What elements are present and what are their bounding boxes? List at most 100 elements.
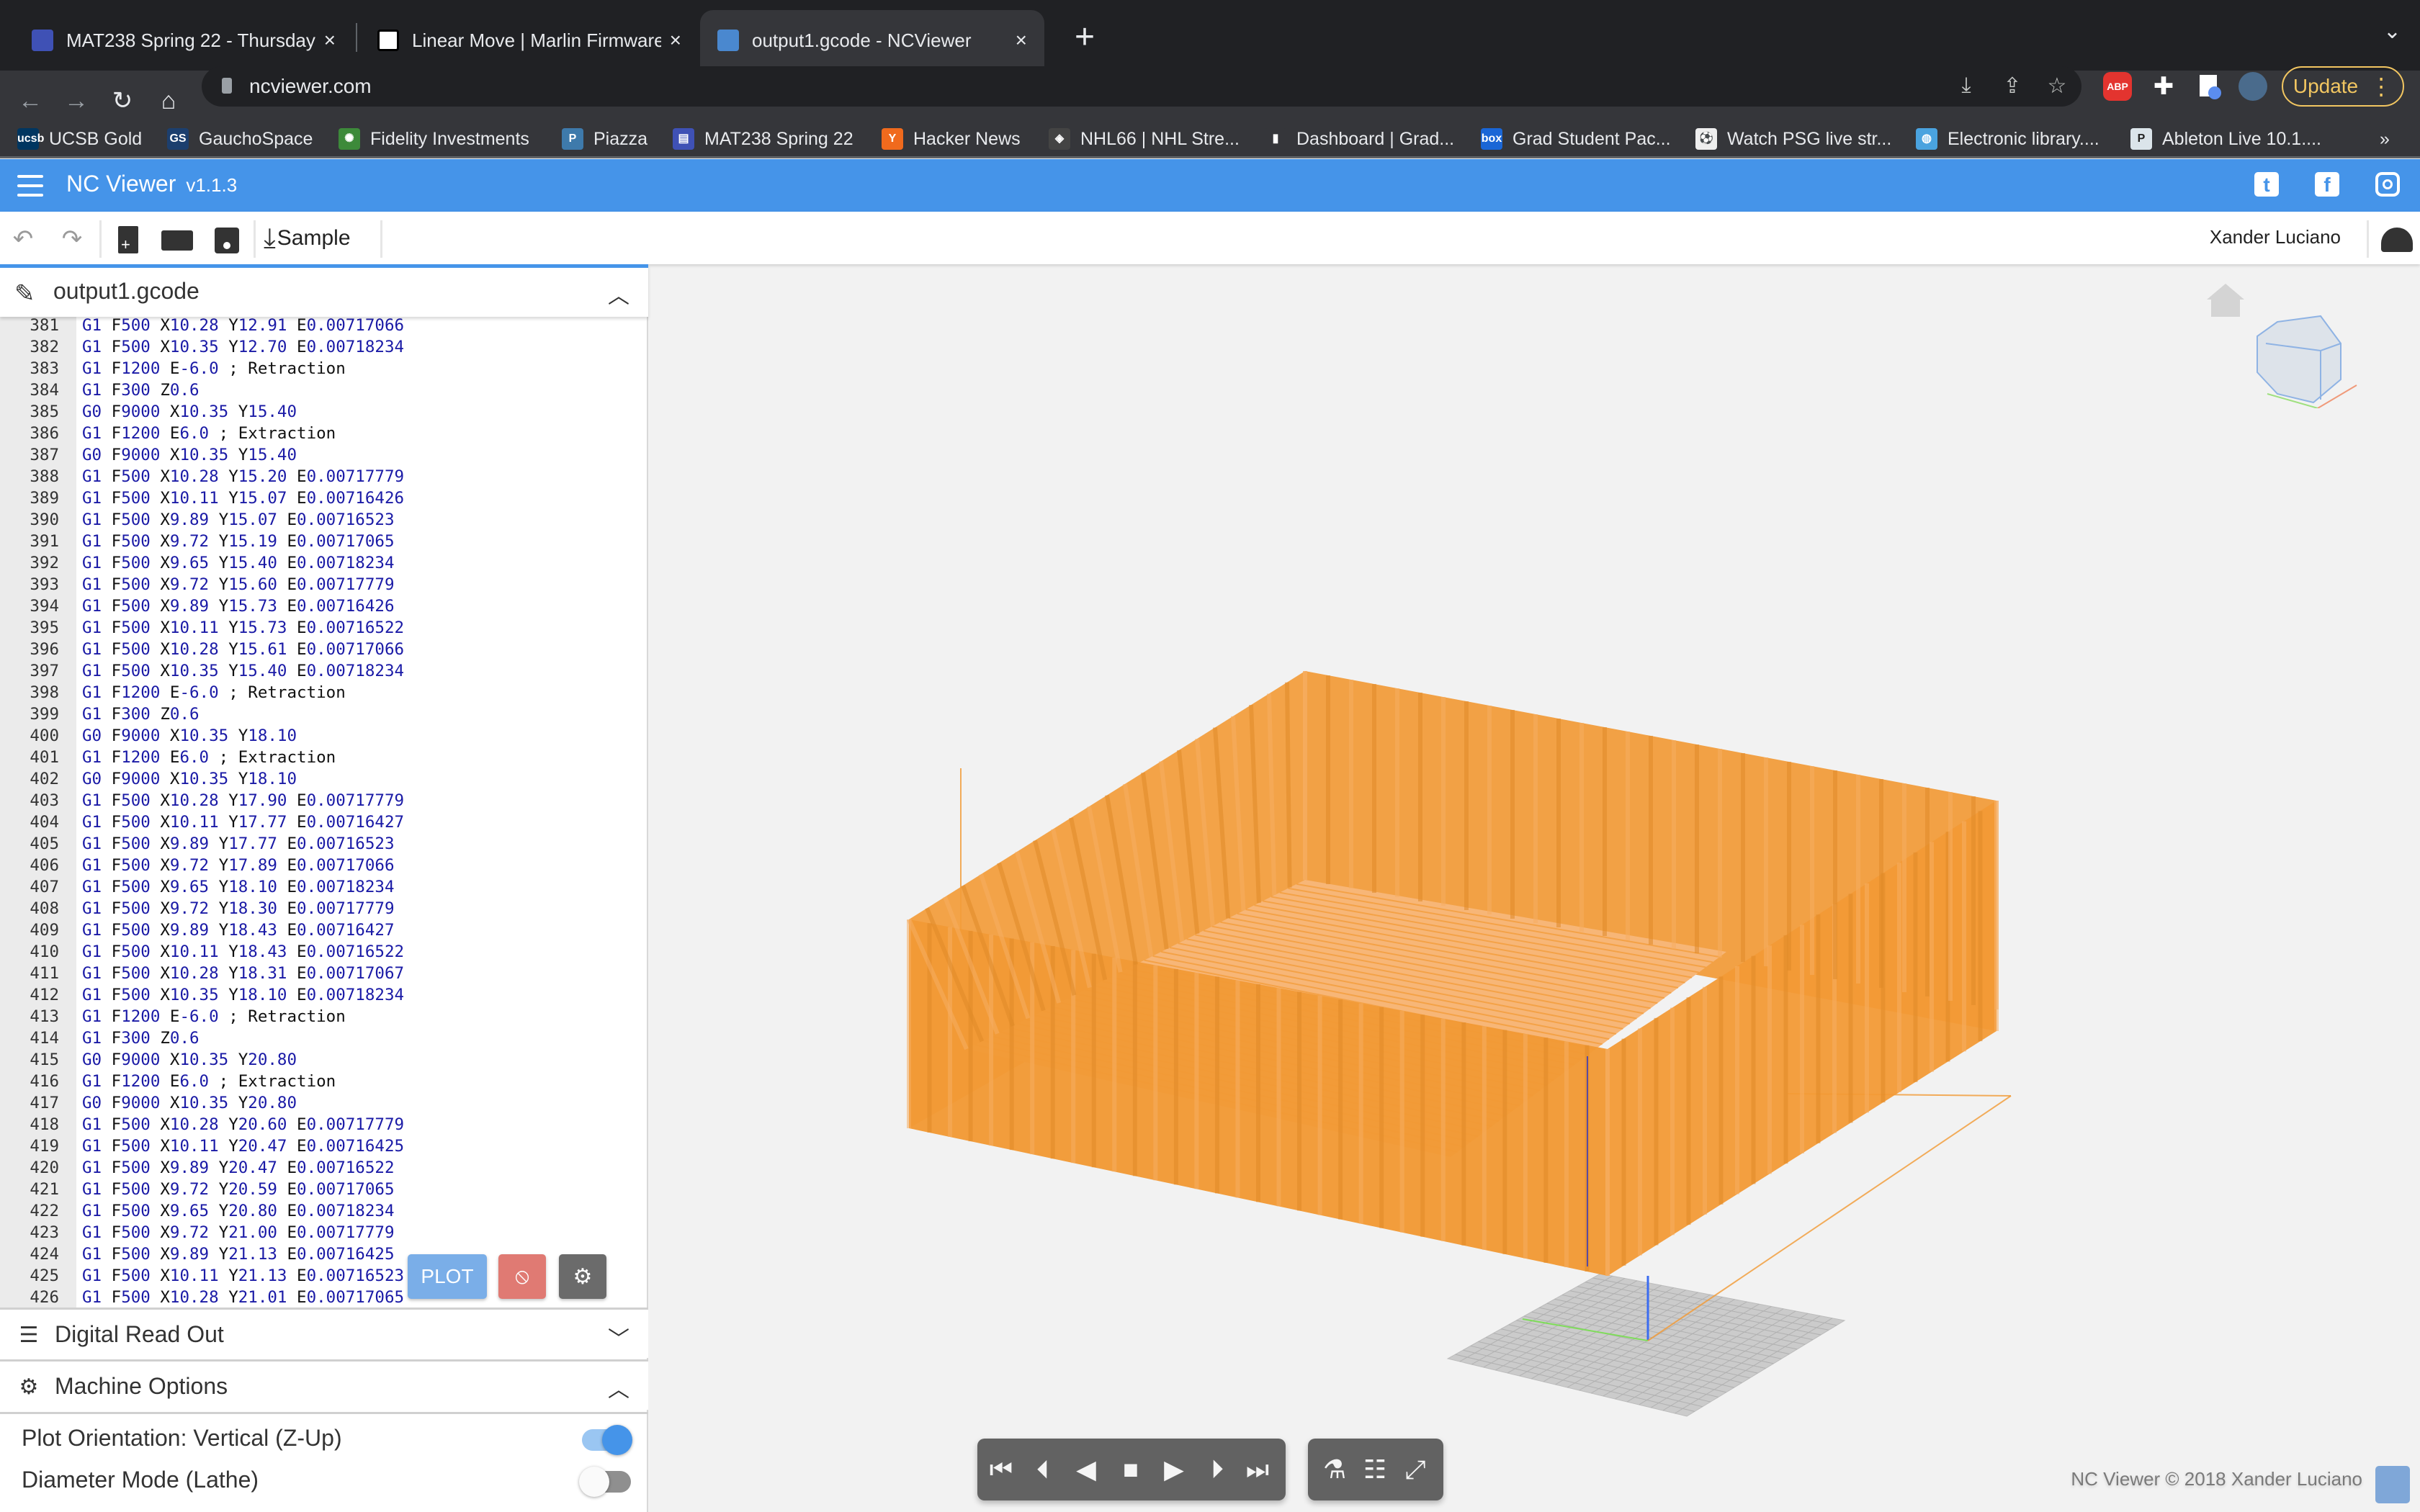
adblock-icon[interactable]: ABP	[2103, 72, 2132, 101]
undo-icon[interactable]: ↶	[9, 225, 37, 253]
sliders-icon[interactable]: ☷	[1358, 1453, 1392, 1486]
code-text: G1 F500 X9.72 Y18.30 E0.00717779	[82, 899, 395, 918]
bookmark-item[interactable]: box Grad Student Pac...	[1481, 125, 1671, 153]
left-panel: ✎ output1.gcode ︿ 381 G1 F500 X10.28 Y12.…	[0, 264, 648, 1512]
plot-button[interactable]: PLOT	[408, 1254, 487, 1299]
code-text: G1 F500 X10.11 Y18.43 E0.00716522	[82, 942, 405, 961]
bookmark-item[interactable]: ◍ Electronic library....	[1916, 125, 2099, 153]
reload-icon[interactable]: ↻	[105, 84, 140, 118]
code-text: G1 F500 X10.28 Y17.90 E0.00717779	[82, 791, 405, 810]
toolpath-scene[interactable]	[650, 264, 2420, 1512]
close-tab-icon[interactable]: ×	[324, 29, 336, 52]
machine-options-panel[interactable]: ⚙ Machine Options ︿	[0, 1359, 648, 1410]
code-text: G1 F1200 E-6.0 ; Retraction	[82, 683, 346, 702]
forward-icon[interactable]: →	[59, 84, 94, 118]
line-number: 404	[30, 813, 59, 832]
code-text: G1 F500 X9.72 Y15.60 E0.00717779	[82, 575, 395, 594]
code-text: G0 F9000 X10.35 Y18.10	[82, 770, 297, 788]
line-number: 419	[30, 1137, 59, 1156]
bookmark-item[interactable]: ucsb UCSB Gold	[17, 125, 142, 153]
bookmark-item[interactable]: ◈ NHL66 | NHL Stre...	[1049, 125, 1240, 153]
line-number: 420	[30, 1158, 59, 1177]
tab-search-chevron-icon[interactable]: ⌄	[2383, 19, 2401, 44]
line-number: 417	[30, 1094, 59, 1112]
bookmark-item[interactable]: ⚽ Watch PSG live str...	[1695, 125, 1891, 153]
share-icon[interactable]: ⇪	[1998, 73, 2027, 99]
close-tab-icon[interactable]: ×	[670, 29, 681, 52]
save-icon[interactable]	[212, 225, 241, 253]
update-label: Update	[2293, 75, 2359, 97]
code-text: G1 F1200 E-6.0 ; Retraction	[82, 1007, 346, 1026]
bookmark-label: Grad Student Pac...	[1512, 128, 1671, 149]
bookmark-item[interactable]: ▮ Dashboard | Grad...	[1265, 125, 1454, 153]
new-tab-button[interactable]: +	[1063, 16, 1106, 59]
tab-ncviewer[interactable]: output1.gcode - NCViewer ×	[700, 10, 1044, 71]
close-tab-icon[interactable]: ×	[1016, 29, 1027, 52]
home-view-icon[interactable]	[2205, 282, 2246, 318]
code-editor[interactable]: 381 G1 F500 X10.28 Y12.91 E0.00717066 382 G…	[0, 307, 648, 1308]
line-number: 425	[30, 1266, 59, 1285]
toolbar-divider	[254, 220, 256, 258]
view-cube[interactable]	[2249, 300, 2364, 409]
line-number: 396	[30, 640, 59, 659]
app-title: NC Viewer v1.1.3	[66, 171, 237, 197]
app-name: NC Viewer	[66, 171, 176, 197]
menu-hamburger-icon[interactable]	[17, 175, 43, 197]
extensions-puzzle-icon[interactable]: ✚	[2149, 72, 2178, 101]
bookmark-item[interactable]: P Piazza	[562, 125, 647, 153]
expand-icon[interactable]: ⤢	[1399, 1453, 1432, 1486]
plot-orientation-toggle[interactable]	[582, 1425, 632, 1455]
new-file-icon[interactable]: +	[114, 225, 143, 253]
line-number: 426	[30, 1288, 59, 1307]
bookmarks-overflow-button[interactable]: »	[2380, 125, 2390, 153]
stop-icon[interactable]: ■	[1114, 1453, 1147, 1486]
bookmark-item[interactable]: ▤ MAT238 Spring 22	[673, 125, 853, 153]
playback-controls: ⏮ ⏴ ◀ ■ ▶ ⏵ ⏭	[977, 1439, 1286, 1500]
performance-gauge-icon[interactable]	[2380, 225, 2414, 253]
chevron-up-icon[interactable]: ︿	[608, 278, 629, 310]
update-button[interactable]: Update ⋮	[2282, 66, 2404, 107]
instagram-icon[interactable]	[2375, 172, 2400, 197]
install-icon[interactable]: ⤓	[1952, 73, 1981, 98]
code-text: G1 F500 X10.11 Y20.47 E0.00716425	[82, 1137, 405, 1156]
step-back-icon[interactable]: ⏴	[1026, 1453, 1059, 1486]
nhl-icon: ◈	[1049, 128, 1070, 150]
reverse-icon[interactable]: ◀	[1070, 1453, 1103, 1486]
address-bar[interactable]: ncviewer.com ⤓ ⇪ ☆	[202, 66, 2081, 107]
user-name[interactable]: Xander Luciano	[2210, 226, 2341, 248]
editor-header[interactable]: ✎ output1.gcode ︿	[0, 264, 648, 317]
line-number: 406	[30, 856, 59, 875]
bookmark-item[interactable]: GS GauchoSpace	[167, 125, 313, 153]
redo-icon[interactable]: ↷	[58, 225, 86, 253]
open-folder-icon[interactable]	[161, 225, 193, 253]
play-icon[interactable]: ▶	[1157, 1453, 1191, 1486]
facebook-icon[interactable]: f	[2315, 172, 2339, 197]
app-header: NC Viewer v1.1.3 t f	[0, 159, 2420, 212]
first-icon[interactable]: ⏮	[985, 1453, 1018, 1486]
last-icon[interactable]: ⏭	[1241, 1453, 1274, 1486]
reading-list-icon[interactable]	[2195, 72, 2224, 101]
clear-button[interactable]: ⦸	[498, 1254, 546, 1299]
profile-avatar[interactable]	[2238, 72, 2267, 101]
code-text: G1 F500 X9.89 Y20.47 E0.00716522	[82, 1158, 395, 1177]
bookmark-star-icon[interactable]: ☆	[2043, 73, 2071, 99]
diameter-mode-toggle[interactable]	[579, 1467, 631, 1497]
back-icon[interactable]: ←	[13, 84, 48, 118]
flask-icon[interactable]: ⚗	[1318, 1453, 1351, 1486]
bookmarks-bar: ucsb UCSB Gold GS GauchoSpace ✺ Fidelity Inve…	[0, 120, 2420, 158]
code-text: G1 F500 X9.89 Y15.73 E0.00716426	[82, 597, 395, 616]
tab-marlin[interactable]: Linear Move | Marlin Firmware ×	[360, 10, 699, 71]
bookmark-item[interactable]: ✺ Fidelity Investments	[339, 125, 529, 153]
home-icon[interactable]: ⌂	[151, 84, 186, 118]
line-number: 391	[30, 532, 59, 551]
bookmark-item[interactable]: P Ableton Live 10.1....	[2130, 125, 2321, 153]
bookmark-item[interactable]: Y Hacker News	[882, 125, 1021, 153]
tab-mat238[interactable]: MAT238 Spring 22 - Thursday ×	[14, 10, 353, 71]
twitter-icon[interactable]: t	[2254, 172, 2279, 197]
3d-viewer[interactable]: ⏮ ⏴ ◀ ■ ▶ ⏵ ⏭ ⚗ ☷ ⤢ NC Viewer © 2018 Xan…	[650, 264, 2420, 1512]
sample-button[interactable]: ⤓ Sample	[264, 223, 351, 253]
step-forward-icon[interactable]: ⏵	[1201, 1453, 1234, 1486]
url-text[interactable]: ncviewer.com	[249, 75, 372, 98]
digital-read-out-panel[interactable]: ☰ Digital Read Out ﹀	[0, 1308, 648, 1358]
editor-settings-button[interactable]: ⚙	[559, 1254, 606, 1299]
